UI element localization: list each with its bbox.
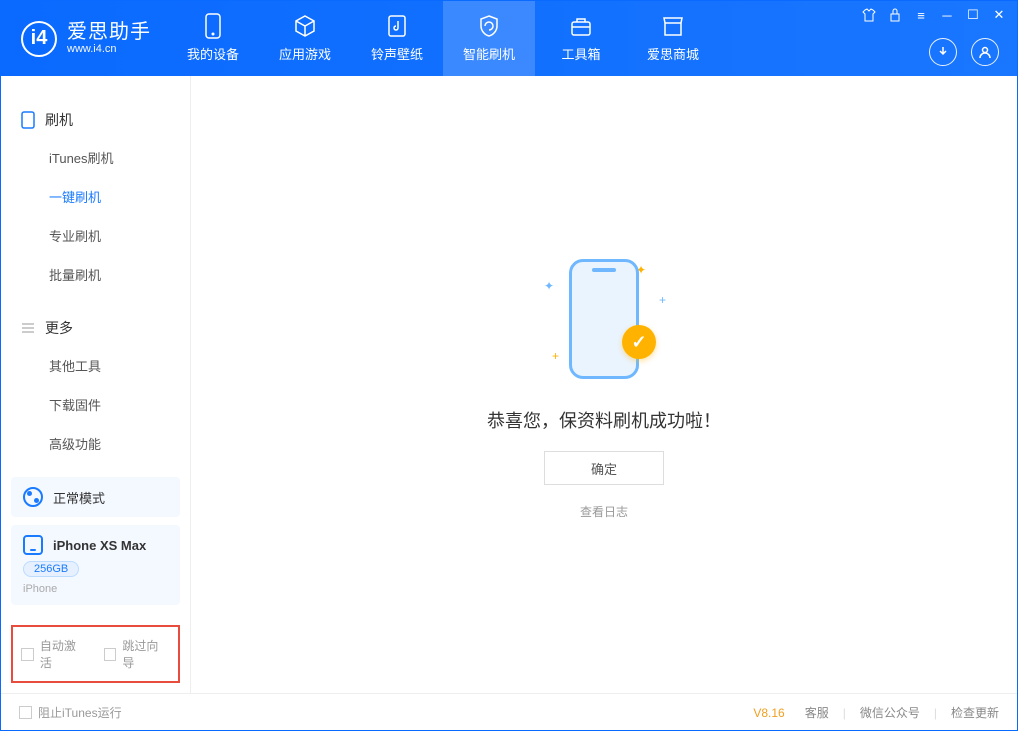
footer-link-support[interactable]: 客服 [805, 704, 829, 721]
sidebar-item-advanced[interactable]: 高级功能 [1, 424, 190, 463]
sidebar-section-more: 更多 [1, 310, 190, 346]
refresh-shield-icon [477, 14, 501, 38]
sidebar-item-other-tools[interactable]: 其他工具 [1, 346, 190, 385]
header: i4 爱思助手 www.i4.cn 我的设备 应用游戏 铃声壁纸 智能刷机 工具… [1, 1, 1017, 76]
list-icon [21, 321, 35, 335]
tab-toolbox[interactable]: 工具箱 [535, 1, 627, 76]
device-name: iPhone XS Max [53, 538, 146, 553]
account-button[interactable] [971, 38, 999, 66]
logo-icon: i4 [21, 21, 57, 57]
tab-ringtones[interactable]: 铃声壁纸 [351, 1, 443, 76]
sparkle-icon: ✦ [544, 279, 554, 293]
tab-flash[interactable]: 智能刷机 [443, 1, 535, 76]
store-icon [661, 14, 685, 38]
download-button[interactable] [929, 38, 957, 66]
close-icon[interactable]: ✕ [991, 7, 1007, 23]
music-icon [385, 14, 409, 38]
device-type: iPhone [23, 583, 57, 595]
footer-link-wechat[interactable]: 微信公众号 [860, 704, 920, 721]
tab-store[interactable]: 爱思商城 [627, 1, 719, 76]
sidebar-item-download-firmware[interactable]: 下载固件 [1, 385, 190, 424]
device-icon [201, 14, 225, 38]
main-content: ✦ ✦ + + ✓ 恭喜您，保资料刷机成功啦！ 确定 查看日志 [191, 76, 1017, 693]
titlebar-controls: ≡ ─ ☐ ✕ [861, 7, 1007, 23]
check-badge-icon: ✓ [622, 325, 656, 359]
tab-my-device[interactable]: 我的设备 [167, 1, 259, 76]
top-tabs: 我的设备 应用游戏 铃声壁纸 智能刷机 工具箱 爱思商城 [167, 1, 719, 76]
footer: 阻止iTunes运行 V8.16 客服 | 微信公众号 | 检查更新 [1, 693, 1017, 731]
sidebar-section-flash: 刷机 [1, 102, 190, 138]
sidebar-item-oneclick-flash[interactable]: 一键刷机 [1, 177, 190, 216]
view-log-link[interactable]: 查看日志 [580, 503, 628, 520]
app-logo: i4 爱思助手 www.i4.cn [1, 21, 167, 57]
phone-outline-icon [21, 111, 35, 129]
skip-guide-checkbox[interactable]: 跳过向导 [104, 637, 171, 671]
block-itunes-checkbox[interactable]: 阻止iTunes运行 [19, 704, 122, 721]
sparkle-icon: + [552, 349, 559, 363]
app-domain: www.i4.cn [67, 43, 151, 55]
sidebar-item-pro-flash[interactable]: 专业刷机 [1, 216, 190, 255]
sidebar-item-itunes-flash[interactable]: iTunes刷机 [1, 138, 190, 177]
footer-link-update[interactable]: 检查更新 [951, 704, 999, 721]
ok-button[interactable]: 确定 [544, 451, 664, 485]
phone-icon [23, 535, 43, 555]
mode-card[interactable]: 正常模式 [11, 477, 180, 517]
toolbox-icon [569, 14, 593, 38]
app-name: 爱思助手 [67, 21, 151, 43]
storage-badge: 256GB [23, 561, 79, 577]
flash-options-highlight: 自动激活 跳过向导 [11, 625, 180, 683]
mode-label: 正常模式 [53, 488, 105, 507]
success-illustration: ✦ ✦ + + ✓ [534, 249, 674, 389]
shirt-icon[interactable] [861, 7, 877, 23]
sidebar-item-batch-flash[interactable]: 批量刷机 [1, 255, 190, 294]
minimize-icon[interactable]: ─ [939, 7, 955, 23]
tab-apps[interactable]: 应用游戏 [259, 1, 351, 76]
lock-icon[interactable] [887, 7, 903, 23]
cube-icon [293, 14, 317, 38]
device-card[interactable]: iPhone XS Max 256GB iPhone [11, 525, 180, 605]
maximize-icon[interactable]: ☐ [965, 7, 981, 23]
sidebar: 刷机 iTunes刷机 一键刷机 专业刷机 批量刷机 更多 其他工具 下载固件 … [1, 76, 191, 693]
sparkle-icon: + [659, 293, 666, 307]
success-message: 恭喜您，保资料刷机成功啦！ [487, 407, 721, 433]
auto-activate-checkbox[interactable]: 自动激活 [21, 637, 88, 671]
phone-illustration-icon [569, 259, 639, 379]
menu-icon[interactable]: ≡ [913, 7, 929, 23]
version-label: V8.16 [753, 706, 784, 720]
mode-icon [23, 487, 43, 507]
